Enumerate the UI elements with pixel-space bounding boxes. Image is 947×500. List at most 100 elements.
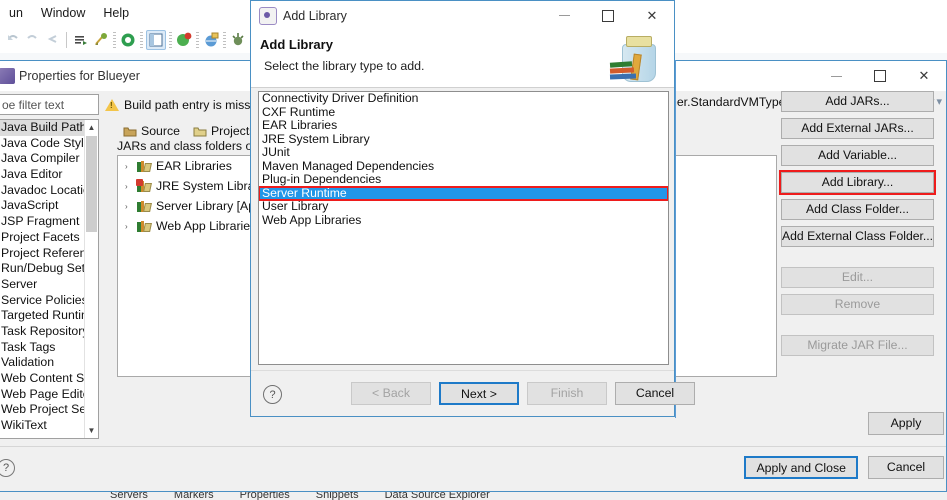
build-path-action-buttons: Add JARs... Add External JARs... Add Var… <box>779 91 936 356</box>
toolbar-dots <box>113 31 116 48</box>
properties-category-tree[interactable]: Java Build Path Java Code Style Java Com… <box>0 119 99 439</box>
source-folder-icon <box>123 125 137 138</box>
finish-button[interactable]: Finish <box>527 382 607 405</box>
library-option-plug-in-dependencies[interactable]: Plug-in Dependencies <box>259 172 668 187</box>
jar-entry-label: Server Library [Ap <box>156 199 256 213</box>
back-button[interactable]: < Back <box>351 382 431 405</box>
screenshot-root: un Window Help Servers Markers Propertie… <box>0 0 947 500</box>
properties-window-controls: ✕ <box>814 61 946 91</box>
add-library-icon <box>259 6 277 25</box>
scroll-down-icon[interactable]: ▼ <box>85 423 98 438</box>
add-library-window-title: Add Library <box>283 8 347 23</box>
jar-entry-label: JRE System Library <box>156 179 265 193</box>
toolbar-separator <box>66 31 67 48</box>
expand-arrow-icon[interactable]: › <box>125 222 133 231</box>
add-library-maximize-icon[interactable] <box>586 1 630 30</box>
wizard-buttons: < Back Next > Finish Cancel <box>351 382 695 405</box>
redo-icon[interactable] <box>23 31 41 49</box>
open-type-icon[interactable] <box>146 29 166 50</box>
add-external-class-folder-button[interactable]: Add External Class Folder... <box>781 226 934 247</box>
toolbar-dots-5 <box>223 31 226 48</box>
remove-button[interactable]: Remove <box>781 294 934 315</box>
button-group-gap <box>781 253 934 261</box>
tab-source-label: Source <box>141 124 180 138</box>
projects-icon <box>193 125 207 138</box>
warning-icon <box>105 99 119 111</box>
coverage-icon[interactable] <box>175 31 193 49</box>
expand-arrow-icon[interactable]: › <box>125 162 133 171</box>
add-library-title-bar: Add Library ✕ <box>251 1 674 30</box>
back-icon[interactable] <box>43 31 61 49</box>
jar-entry-label: Web App Libraries <box>156 219 257 233</box>
edit-button[interactable]: Edit... <box>781 267 934 288</box>
menu-help[interactable]: Help <box>94 3 138 23</box>
toolbar-dots-4 <box>196 31 199 48</box>
scroll-up-icon[interactable]: ▲ <box>85 120 98 135</box>
add-class-folder-button[interactable]: Add Class Folder... <box>781 199 934 220</box>
view-menu-icon[interactable]: ▾ <box>936 95 942 108</box>
next-button[interactable]: Next > <box>439 382 519 405</box>
add-library-subtitle: Select the library type to add. <box>264 59 425 73</box>
toolbar-dots-2 <box>140 31 143 48</box>
properties-cancel-button[interactable]: Cancel <box>868 456 944 479</box>
apply-and-close-button[interactable]: Apply and Close <box>744 456 858 479</box>
library-option-server-runtime[interactable]: Server Runtime <box>259 185 668 201</box>
add-library-minimize-icon[interactable] <box>542 1 586 30</box>
properties-icon <box>0 68 15 84</box>
add-library-header: Add Library Select the library type to a… <box>251 30 674 88</box>
add-library-window-controls: ✕ <box>542 1 674 30</box>
apply-button[interactable]: Apply <box>868 412 944 435</box>
add-external-jars-button[interactable]: Add External JARs... <box>781 118 934 139</box>
help-icon[interactable]: ? <box>263 385 282 404</box>
library-option-jre-system-library[interactable]: JRE System Library <box>259 132 668 147</box>
library-option-user-library[interactable]: User Library <box>259 199 668 214</box>
library-icon <box>137 200 152 213</box>
menu-run[interactable]: un <box>0 3 32 23</box>
properties-maximize-icon[interactable] <box>858 61 902 91</box>
expand-arrow-icon[interactable]: › <box>125 202 133 211</box>
menu-window[interactable]: Window <box>32 3 94 23</box>
properties-minimize-icon[interactable] <box>814 61 858 91</box>
scroll-thumb[interactable] <box>86 136 97 232</box>
library-option-maven-managed-dependencies[interactable]: Maven Managed Dependencies <box>259 159 668 174</box>
tree-scrollbar[interactable]: ▲ ▼ <box>84 120 98 438</box>
library-jar-icon <box>606 32 664 84</box>
add-library-close-icon[interactable]: ✕ <box>630 1 674 30</box>
cancel-button[interactable]: Cancel <box>615 382 695 405</box>
library-option-ear-libraries[interactable]: EAR Libraries <box>259 118 668 133</box>
help-icon[interactable]: ? <box>0 459 15 477</box>
library-option-web-app-libraries[interactable]: Web App Libraries <box>259 213 668 228</box>
migrate-jar-file-button[interactable]: Migrate JAR File... <box>781 335 934 356</box>
debug-icon[interactable] <box>229 31 247 49</box>
library-option-cxf-runtime[interactable]: CXF Runtime <box>259 105 668 120</box>
properties-title: Properties for Blueyer <box>19 69 140 83</box>
external-tools-icon[interactable] <box>92 31 110 49</box>
add-jars-button[interactable]: Add JARs... <box>781 91 934 112</box>
tab-projects-label: Projects <box>210 124 256 138</box>
undo-icon[interactable] <box>3 31 21 49</box>
warning-message-left: Build path entry is missi <box>124 98 254 112</box>
add-library-dialog: Add Library ✕ Add Library Select the lib… <box>250 0 695 417</box>
jre-library-icon <box>136 178 152 193</box>
jar-entry-label: EAR Libraries <box>156 159 232 173</box>
footer-divider <box>0 446 946 447</box>
library-option-junit[interactable]: JUnit <box>259 145 668 160</box>
properties-footer-buttons: Apply and Close Cancel <box>744 456 944 479</box>
add-library-heading: Add Library <box>260 37 333 52</box>
filter-input[interactable]: oe filter text <box>0 94 99 115</box>
library-icon <box>137 160 152 173</box>
library-icon <box>137 220 152 233</box>
library-type-list[interactable]: Connectivity Driver Definition CXF Runti… <box>258 91 669 365</box>
toolbar-dots-3 <box>169 31 172 48</box>
add-library-button[interactable]: Add Library... <box>779 170 936 195</box>
properties-close-icon[interactable]: ✕ <box>902 61 946 91</box>
add-library-footer: ? < Back Next > Finish Cancel <box>251 370 695 416</box>
run-last-tool-icon[interactable] <box>72 31 90 49</box>
library-option-connectivity-driver-definition[interactable]: Connectivity Driver Definition <box>259 92 668 106</box>
expand-arrow-icon[interactable]: › <box>125 182 133 191</box>
button-group-gap-2 <box>781 321 934 329</box>
add-variable-button[interactable]: Add Variable... <box>781 145 934 166</box>
debug-perspective-icon[interactable] <box>119 31 137 49</box>
browser-icon[interactable] <box>202 31 220 49</box>
dialog-edge-line <box>675 60 676 418</box>
